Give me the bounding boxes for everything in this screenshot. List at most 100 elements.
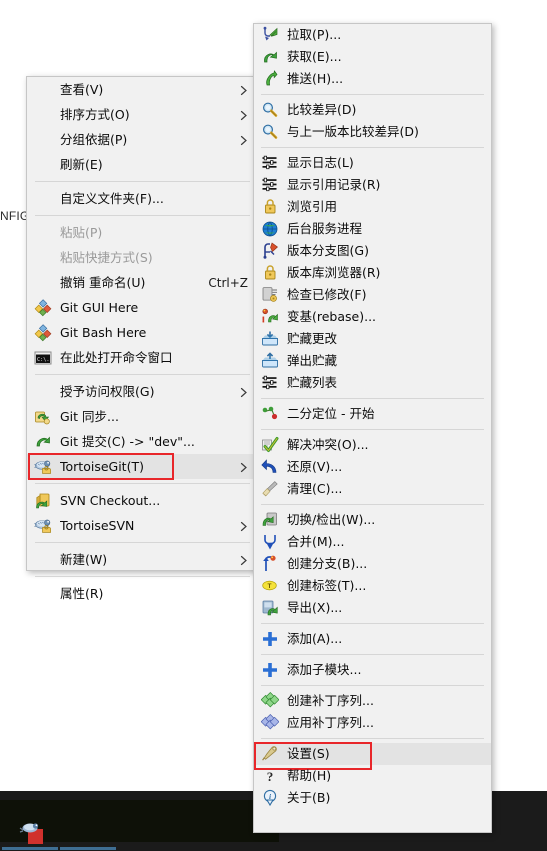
git-gui-icon (32, 298, 54, 317)
menu-item-add[interactable]: 添加(A)... (254, 628, 491, 650)
tortoisegit-submenu[interactable]: 拉取(P)... 获取(E)... 推送(H)... 比较差异(D) 与上一版本比较… (253, 23, 492, 833)
menu-item-label: 贮藏列表 (287, 376, 338, 390)
no-icon (32, 383, 54, 401)
menu-item-log[interactable]: 显示日志(L) (254, 152, 491, 174)
menu-item-tortoisesvn[interactable]: TortoiseSVN (27, 513, 258, 538)
create-tag-icon: T (259, 577, 281, 595)
menu-item-revert[interactable]: 还原(V)... (254, 456, 491, 478)
chevron-right-icon (240, 462, 249, 472)
chevron-right-icon (240, 135, 249, 145)
menu-item-help[interactable]: ? 帮助(H) (254, 765, 491, 787)
menu-item-switch-checkout[interactable]: 切换/检出(W)... (254, 509, 491, 531)
menu-item-daemon[interactable]: 后台服务进程 (254, 218, 491, 240)
menu-item-item-0[interactable]: 查看(V) (27, 77, 258, 102)
menu-item-label: 弹出贮藏 (287, 354, 338, 368)
menu-item-create-tag[interactable]: T 创建标签(T)... (254, 575, 491, 597)
menu-item-diff[interactable]: 比较差异(D) (254, 99, 491, 121)
menu-item-rebase[interactable]: ! 变基(rebase)... (254, 306, 491, 328)
menu-item-item-7: 粘贴(P) (27, 220, 258, 245)
menu-item-item-14[interactable]: 授予访问权限(G) (27, 379, 258, 404)
menu-item-apply-patch[interactable]: 应用补丁序列... (254, 712, 491, 734)
menu-separator (261, 147, 484, 148)
menu-item-item-2[interactable]: 分组依据(P) (27, 127, 258, 152)
menu-item-label: 获取(E)... (287, 50, 342, 64)
about-icon: i (259, 789, 281, 807)
menu-item-revision-graph[interactable]: 版本分支图(G) (254, 240, 491, 262)
menu-item-label: 清理(C)... (287, 482, 343, 496)
menu-item-label: 推送(H)... (287, 72, 344, 86)
menu-item-label: 创建补丁序列... (287, 694, 374, 708)
menu-separator (261, 398, 484, 399)
menu-item-label: 关于(B) (287, 791, 331, 805)
chevron-right-icon (240, 85, 249, 95)
menu-item-label: 添加(A)... (287, 632, 343, 646)
taskbar-window-preview[interactable] (0, 800, 279, 850)
menu-item-item-22[interactable]: 新建(W) (27, 547, 258, 572)
menu-item-stash-save[interactable]: 贮藏更改 (254, 328, 491, 350)
svg-text:T: T (268, 583, 272, 590)
add-submodule-icon (259, 661, 281, 679)
add-icon (259, 630, 281, 648)
menu-item-browse-refs[interactable]: 浏览引用 (254, 196, 491, 218)
menu-item-bisect-start[interactable]: 二分定位 - 开始 (254, 403, 491, 425)
menu-item-git-commit[interactable]: Git 提交(C) -> "dev"... (27, 429, 258, 454)
revert-icon (259, 458, 281, 476)
menu-item-cmd-prompt[interactable]: C:\. 在此处打开命令窗口 (27, 345, 258, 370)
menu-item-item-24[interactable]: 属性(R) (27, 581, 258, 606)
menu-item-tortoisegit[interactable]: TortoiseGit(T) (27, 454, 258, 479)
tortoisesvn-icon (32, 517, 54, 535)
menu-item-item-3[interactable]: 刷新(E) (27, 152, 258, 177)
menu-item-merge[interactable]: 合并(M)... (254, 531, 491, 553)
menu-item-label: 拉取(P)... (287, 28, 342, 42)
menu-item-settings[interactable]: 设置(S) (254, 743, 491, 765)
svg-text:?: ? (267, 769, 274, 784)
no-icon (32, 81, 54, 99)
menu-item-reflog[interactable]: 显示引用记录(R) (254, 174, 491, 196)
menu-item-label: 设置(S) (287, 747, 330, 761)
menu-item-label: 与上一版本比较差异(D) (287, 125, 419, 139)
explorer-context-menu[interactable]: 查看(V) 排序方式(O) 分组依据(P) 刷新(E) 自定义文件夹(F)... 粘贴(P… (26, 76, 259, 599)
repo-browser-icon (259, 264, 281, 282)
menu-item-cleanup[interactable]: 清理(C)... (254, 478, 491, 500)
menu-item-label: Git GUI Here (60, 300, 139, 315)
tortoisegit-taskbar-icon[interactable] (19, 820, 49, 846)
menu-item-create-branch[interactable]: 创建分支(B)... (254, 553, 491, 575)
no-icon (32, 585, 54, 603)
menu-item-stash-list[interactable]: 贮藏列表 (254, 372, 491, 394)
log-icon (259, 154, 281, 172)
merge-icon (259, 533, 281, 551)
menu-item-label: 二分定位 - 开始 (287, 407, 375, 421)
menu-item-label: 创建标签(T)... (287, 579, 367, 593)
menu-separator (261, 504, 484, 505)
menu-item-resolve[interactable]: 解决冲突(O)... (254, 434, 491, 456)
menu-item-repo-browser[interactable]: 版本库浏览器(R) (254, 262, 491, 284)
no-icon (32, 106, 54, 124)
menu-item-label: 分组依据(P) (60, 132, 128, 147)
menu-item-svn-checkout[interactable]: SVN Checkout... (27, 488, 258, 513)
desktop-root: NFIG 查看(V) 排序方式(O) 分组依据(P) 刷新(E) 自定义文件夹(F)..… (0, 0, 547, 851)
menu-item-stash-pop[interactable]: 弹出贮藏 (254, 350, 491, 372)
menu-item-diff-prev[interactable]: 与上一版本比较差异(D) (254, 121, 491, 143)
browse-refs-icon (259, 198, 281, 216)
rebase-icon: ! (259, 308, 281, 326)
cleanup-icon (259, 480, 281, 498)
menu-item-export[interactable]: 导出(X)... (254, 597, 491, 619)
menu-item-create-patch[interactable]: 创建补丁序列... (254, 690, 491, 712)
menu-item-git-gui[interactable]: Git GUI Here (27, 295, 258, 320)
chevron-right-icon (240, 387, 249, 397)
fetch-icon (259, 48, 281, 66)
menu-item-git-sync[interactable]: Git 同步... (27, 404, 258, 429)
menu-item-item-1[interactable]: 排序方式(O) (27, 102, 258, 127)
menu-item-git-bash[interactable]: Git Bash Here (27, 320, 258, 345)
menu-item-item-5[interactable]: 自定义文件夹(F)... (27, 186, 258, 211)
menu-item-label: 版本分支图(G) (287, 244, 369, 258)
menu-item-item-9[interactable]: 撤销 重命名(U) Ctrl+Z (27, 270, 258, 295)
menu-item-check-modifications[interactable]: 检查已修改(F) (254, 284, 491, 306)
menu-item-add-submodule[interactable]: 添加子模块... (254, 659, 491, 681)
bisect-start-icon (259, 405, 281, 423)
menu-item-fetch[interactable]: 获取(E)... (254, 46, 491, 68)
menu-item-push[interactable]: 推送(H)... (254, 68, 491, 90)
menu-item-about[interactable]: i 关于(B) (254, 787, 491, 809)
menu-item-pull[interactable]: 拉取(P)... (254, 24, 491, 46)
menu-item-label: 显示日志(L) (287, 156, 354, 170)
